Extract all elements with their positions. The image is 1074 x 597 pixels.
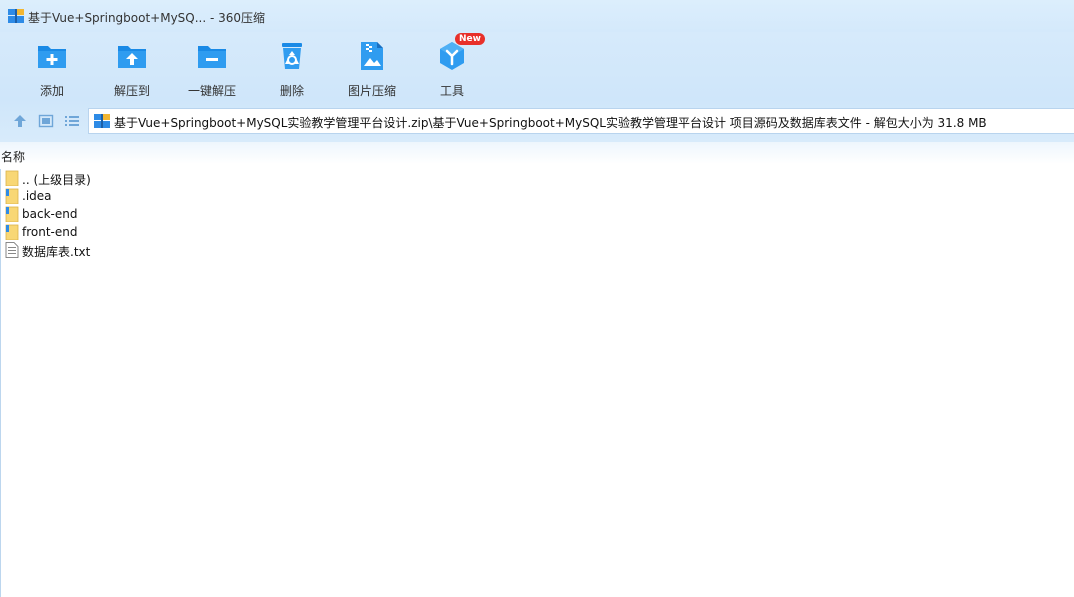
extract-to-button[interactable]: 解压到: [92, 38, 172, 98]
archive-file-icon: [94, 114, 110, 128]
toolbar: 添加 解压到 一键解压 删除 图片压缩 工具 New: [0, 32, 1074, 100]
image-compress-icon: [361, 42, 383, 70]
extract-to-icon: [118, 46, 146, 68]
tools-button[interactable]: 工具: [412, 38, 492, 98]
new-badge: New: [455, 33, 485, 45]
file-name: front-end: [22, 225, 78, 239]
column-header-name[interactable]: 名称: [1, 148, 25, 165]
window-title: 基于Vue+Springboot+MySQ... - 360压缩: [28, 11, 266, 25]
view-list-icon[interactable]: [64, 113, 80, 129]
add-button[interactable]: 添加: [12, 38, 92, 98]
file-name: 数据库表.txt: [22, 245, 91, 259]
folder-icon: [5, 188, 19, 204]
tools-label: 工具: [439, 84, 464, 98]
archive-app-icon: [8, 9, 24, 23]
text-file-icon: [5, 242, 19, 258]
view-thumbnail-icon[interactable]: [38, 113, 54, 129]
address-bar[interactable]: 基于Vue+Springboot+MySQL实验教学管理平台设计.zip\基于V…: [88, 108, 1074, 134]
one-click-extract-label: 一键解压: [187, 84, 236, 98]
one-click-extract-icon: [198, 46, 226, 68]
folder-icon: [5, 206, 19, 222]
image-compress-label: 图片压缩: [347, 84, 396, 98]
navigation-bar: 基于Vue+Springboot+MySQL实验教学管理平台设计.zip\基于V…: [0, 100, 1074, 142]
file-list: .. (上级目录) .idea back-end front-end 数据库表.…: [0, 169, 1074, 597]
list-header: 名称: [0, 142, 1074, 164]
one-click-extract-button[interactable]: 一键解压: [172, 38, 252, 98]
delete-button[interactable]: 删除: [252, 38, 332, 98]
up-arrow-icon[interactable]: [12, 113, 28, 129]
file-name: .. (上级目录): [22, 173, 91, 187]
add-folder-icon: [38, 46, 66, 68]
file-name: .idea: [22, 189, 52, 203]
delete-label: 删除: [279, 84, 304, 98]
list-item-front-end[interactable]: front-end: [5, 223, 305, 241]
folder-icon: [5, 224, 19, 240]
title-bar: 基于Vue+Springboot+MySQ... - 360压缩: [0, 0, 1074, 32]
add-label: 添加: [39, 84, 64, 98]
address-path: 基于Vue+Springboot+MySQL实验教学管理平台设计.zip\基于V…: [114, 116, 987, 130]
list-item-idea[interactable]: .idea: [5, 187, 305, 205]
image-compress-button[interactable]: 图片压缩: [332, 38, 412, 98]
list-item-back-end[interactable]: back-end: [5, 205, 305, 223]
extract-to-label: 解压到: [113, 84, 150, 98]
list-item-database-tables[interactable]: 数据库表.txt: [5, 241, 305, 259]
folder-up-icon: [5, 170, 19, 186]
list-item-parent-directory[interactable]: .. (上级目录): [5, 169, 305, 187]
file-name: back-end: [22, 207, 78, 221]
recycle-bin-icon: [282, 43, 302, 69]
